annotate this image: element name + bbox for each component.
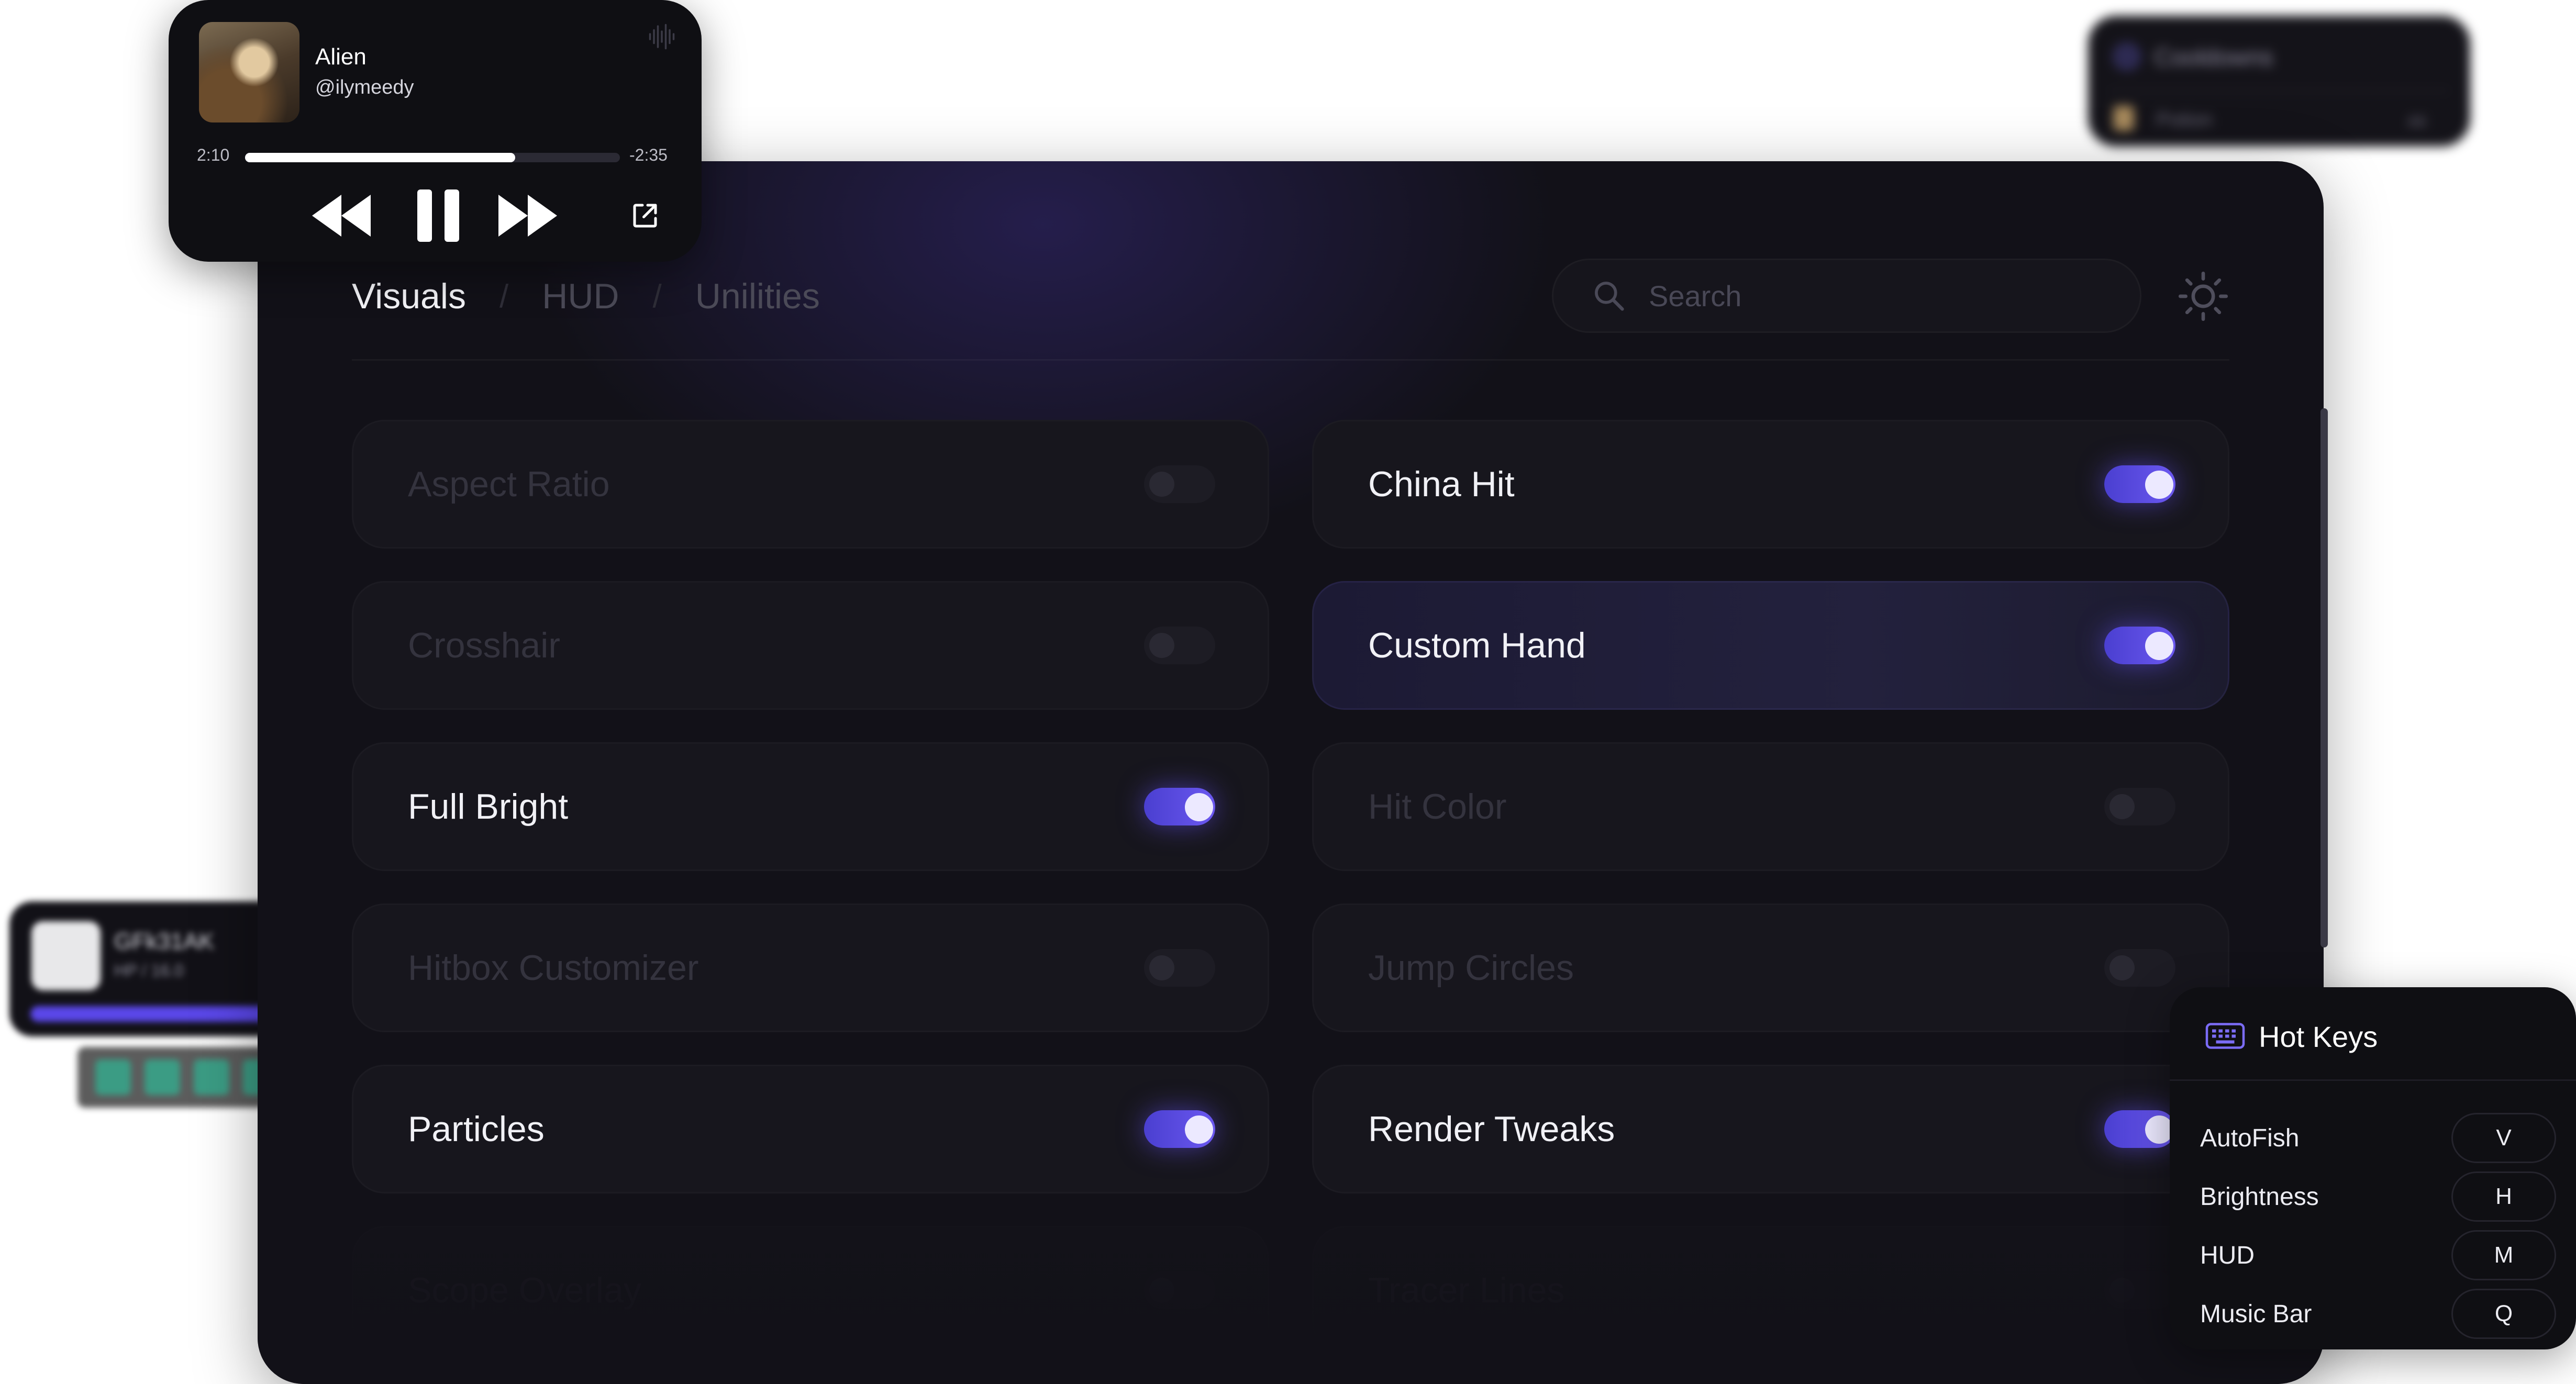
- header-divider: [352, 359, 2229, 361]
- module-card-particles[interactable]: Particles: [352, 1065, 1269, 1193]
- module-toggle[interactable]: [2104, 465, 2175, 503]
- target-health-bar: [30, 1006, 276, 1022]
- module-label: Aspect Ratio: [408, 464, 610, 504]
- tab-utilities[interactable]: Unilities: [695, 276, 820, 317]
- target-hp: HP / 16.0: [114, 961, 184, 980]
- hotkey-key[interactable]: H: [2451, 1171, 2556, 1222]
- module-label: Hit Color: [1368, 787, 1507, 827]
- module-card-render-tweaks[interactable]: Render Tweaks: [1312, 1065, 2229, 1193]
- search-box[interactable]: Search: [1552, 259, 2141, 333]
- hotkey-row-music-bar: Music Bar Q: [2200, 1288, 2556, 1340]
- module-label: Full Bright: [408, 787, 569, 827]
- target-avatar: [31, 921, 101, 990]
- hotkey-row-brightness: Brightness H: [2200, 1170, 2556, 1223]
- hotkeys-panel: Hot Keys AutoFish V Brightness H HUD M M…: [2170, 987, 2576, 1349]
- module-card-jump-circles[interactable]: Jump Circles: [1312, 903, 2229, 1032]
- module-toggle[interactable]: [1144, 465, 1215, 503]
- module-card-hitbox-customizer[interactable]: Hitbox Customizer: [352, 903, 1269, 1032]
- hotkey-key[interactable]: Q: [2451, 1289, 2556, 1339]
- search-input[interactable]: Search: [1649, 279, 1741, 313]
- album-cover: [199, 22, 299, 122]
- module-toggle[interactable]: [1144, 949, 1215, 987]
- module-label: Scope Overlay: [408, 1270, 641, 1310]
- tab-separator: /: [499, 278, 509, 315]
- module-toggle[interactable]: [1144, 1110, 1215, 1148]
- progress-bar[interactable]: [245, 153, 620, 162]
- potion-icon: [2113, 106, 2134, 131]
- tab-visuals[interactable]: Visuals: [352, 276, 466, 317]
- track-artist: @ilymeedy: [315, 76, 414, 98]
- module-label: Jump Circles: [1368, 948, 1574, 988]
- theme-toggle-icon[interactable]: [2177, 270, 2229, 322]
- module-label: Hitbox Customizer: [408, 948, 699, 988]
- hotkey-key[interactable]: V: [2451, 1113, 2556, 1163]
- module-card-full-bright[interactable]: Full Bright: [352, 742, 1269, 871]
- fast-forward-icon[interactable]: [498, 195, 557, 237]
- rewind-icon[interactable]: [312, 195, 371, 237]
- module-card-crosshair[interactable]: Crosshair: [352, 581, 1269, 710]
- hotkey-name: Music Bar: [2200, 1300, 2312, 1328]
- external-link-icon[interactable]: [629, 200, 661, 231]
- tab-bar: Visuals / HUD / Unilities: [352, 270, 820, 322]
- cooldown-item-name: Potion: [2156, 109, 2213, 131]
- module-label: Render Tweaks: [1368, 1109, 1615, 1149]
- target-name: GFk31AK: [114, 929, 214, 954]
- cooldowns-title: Cooldowns: [2154, 43, 2273, 71]
- module-label: Custom Hand: [1368, 626, 1586, 665]
- music-player: Alien @ilymeedy 2:10 -2:35: [169, 0, 702, 262]
- hotkey-row-hud: HUD M: [2200, 1229, 2556, 1281]
- armor-slot: [95, 1059, 131, 1095]
- waveform-icon: [649, 24, 675, 50]
- cooldown-clock-icon: [2112, 42, 2141, 71]
- module-card-hit-color[interactable]: Hit Color: [1312, 742, 2229, 871]
- tab-hud[interactable]: HUD: [542, 276, 619, 317]
- module-card-aspect-ratio[interactable]: Aspect Ratio: [352, 420, 1269, 549]
- cooldown-item-value: 44: [2407, 112, 2426, 131]
- main-panel: Visuals / HUD / Unilities Search Aspect …: [258, 161, 2324, 1384]
- module-toggle[interactable]: [1144, 627, 1215, 664]
- pause-icon[interactable]: [415, 188, 462, 243]
- remaining-time: -2:35: [629, 146, 668, 164]
- module-card-tracer-lines[interactable]: Tracer Lines: [1312, 1226, 2229, 1355]
- module-card-scope-overlay[interactable]: Scope Overlay: [352, 1226, 1269, 1355]
- search-icon: [1595, 282, 1624, 311]
- armor-slot: [194, 1059, 229, 1095]
- armor-slot: [145, 1059, 180, 1095]
- hotkey-row-autofish: AutoFish V: [2200, 1112, 2556, 1164]
- hotkeys-title: Hot Keys: [2259, 1020, 2378, 1053]
- hotkey-name: Brightness: [2200, 1182, 2319, 1211]
- module-toggle[interactable]: [2104, 949, 2175, 987]
- cooldowns-divider: [2109, 90, 2449, 92]
- module-grid: Aspect Ratio China Hit Crosshair Custom …: [352, 420, 2229, 1355]
- hotkey-name: HUD: [2200, 1241, 2255, 1269]
- tab-separator: /: [652, 278, 662, 315]
- module-label: China Hit: [1368, 464, 1515, 504]
- hotkey-key[interactable]: M: [2451, 1230, 2556, 1280]
- hotkeys-header: Hot Keys: [2170, 987, 2576, 1081]
- module-toggle[interactable]: [2104, 788, 2175, 825]
- module-card-custom-hand[interactable]: Custom Hand: [1312, 581, 2229, 710]
- track-title: Alien: [315, 44, 367, 70]
- module-card-china-hit[interactable]: China Hit: [1312, 420, 2229, 549]
- keyboard-icon: [2205, 1023, 2245, 1049]
- module-toggle[interactable]: [1144, 1271, 1215, 1309]
- progress-fill: [245, 153, 515, 162]
- module-toggle[interactable]: [2104, 1271, 2175, 1309]
- module-toggle[interactable]: [1144, 788, 1215, 825]
- module-label: Tracer Lines: [1368, 1270, 1565, 1310]
- module-label: Crosshair: [408, 626, 560, 665]
- elapsed-time: 2:10: [197, 146, 230, 164]
- module-label: Particles: [408, 1109, 545, 1149]
- scrollbar[interactable]: [2320, 408, 2328, 947]
- hotkey-name: AutoFish: [2200, 1124, 2300, 1152]
- module-toggle[interactable]: [2104, 1110, 2175, 1148]
- cooldowns-widget: Cooldowns Potion 44: [2088, 16, 2470, 147]
- module-toggle[interactable]: [2104, 627, 2175, 664]
